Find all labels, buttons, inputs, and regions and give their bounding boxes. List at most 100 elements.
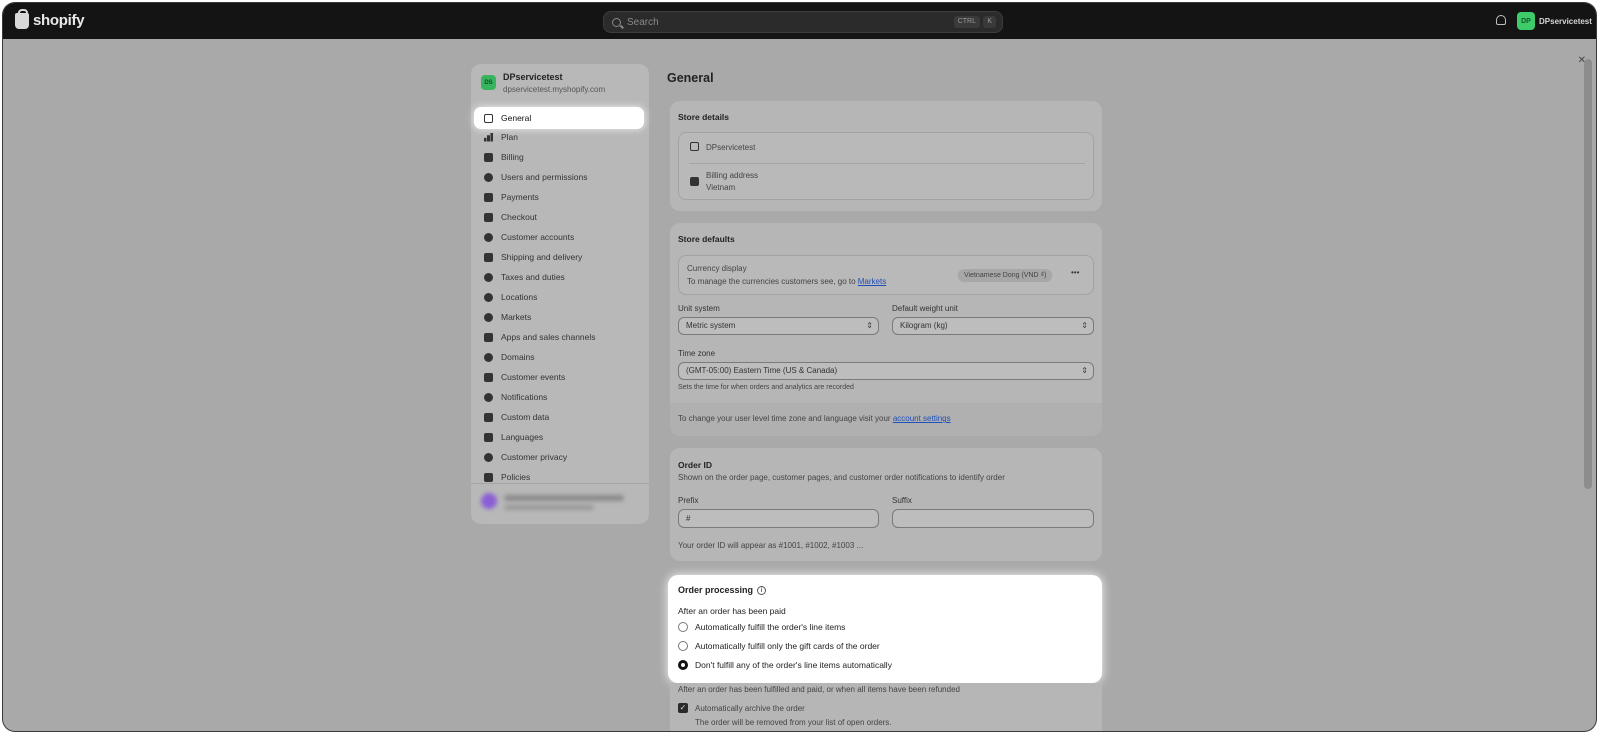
- sidebar-item-billing[interactable]: Billing: [474, 147, 644, 167]
- billing-icon: [690, 177, 699, 186]
- cart-icon: [484, 212, 493, 222]
- database-icon: [484, 412, 493, 422]
- users-icon: [484, 172, 493, 182]
- store-avatar: DS: [481, 75, 496, 90]
- page-title: General: [667, 71, 714, 85]
- sidebar-item-users[interactable]: Users and permissions: [474, 167, 644, 187]
- radio-auto-fulfill-gift-cards[interactable]: Automatically fulfill only the gift card…: [678, 641, 880, 651]
- sidebar-item-checkout[interactable]: Checkout: [474, 207, 644, 227]
- order-processing-card: Order processing i After an order has bee…: [668, 575, 1102, 683]
- store-details-name: DPservicetest: [706, 143, 756, 152]
- sidebar-item-general[interactable]: General: [474, 107, 644, 129]
- sidebar-item-notifications[interactable]: Notifications: [474, 387, 644, 407]
- account-settings-link[interactable]: account settings: [893, 414, 951, 423]
- account-avatar: [481, 493, 497, 509]
- shortcut-k-key: K: [983, 16, 996, 28]
- archive-checkbox[interactable]: ✓: [678, 703, 688, 713]
- user-menu[interactable]: DP DPservicetest: [1517, 12, 1592, 30]
- archive-help: The order will be removed from your list…: [695, 718, 892, 727]
- account-name-redacted: [504, 495, 624, 501]
- unit-system-label: Unit system: [678, 304, 720, 313]
- store-details-box[interactable]: DPservicetest Billing address Vietnam: [678, 132, 1094, 200]
- store-defaults-card: Store defaults Currency display To manag…: [670, 223, 1102, 436]
- sidebar-item-domains[interactable]: Domains: [474, 347, 644, 367]
- sidebar-item-payments[interactable]: Payments: [474, 187, 644, 207]
- currency-help: To manage the currencies customers see, …: [687, 277, 887, 286]
- chart-icon: [484, 132, 493, 142]
- radio-auto-fulfill-all[interactable]: Automatically fulfill the order's line i…: [678, 622, 845, 632]
- settings-nav: General Plan Billing Users and permissio…: [474, 107, 644, 487]
- store-icon: [484, 113, 493, 123]
- sidebar-item-custom-data[interactable]: Custom data: [474, 407, 644, 427]
- sidebar-item-customer-events[interactable]: Customer events: [474, 367, 644, 387]
- order-id-title: Order ID: [678, 460, 713, 470]
- app-window: shopify CTRL K DP DPservicetest ✕ DS DPs…: [3, 3, 1596, 731]
- radio-dont-fulfill[interactable]: Don't fulfill any of the order's line it…: [678, 660, 892, 670]
- store-defaults-title: Store defaults: [678, 234, 735, 244]
- archive-label: Automatically archive the order: [695, 703, 805, 713]
- account-email-redacted: [504, 505, 594, 510]
- domain-icon: [484, 352, 493, 362]
- store-header: DS DPservicetest dpservicetest.myshopify…: [481, 72, 605, 94]
- person-icon: [484, 232, 493, 242]
- order-id-desc: Shown on the order page, customer pages,…: [678, 473, 1005, 482]
- billing-address-label: Billing address: [706, 171, 759, 180]
- order-id-example: Your order ID will appear as #1001, #100…: [678, 541, 864, 550]
- search-input[interactable]: [627, 16, 927, 28]
- sidebar-item-policies[interactable]: Policies: [474, 467, 644, 487]
- shopify-logo[interactable]: shopify: [15, 8, 85, 29]
- order-processing-continued: After an order has been fulfilled and pa…: [670, 683, 1102, 731]
- bell-icon: [484, 392, 493, 402]
- store-details-card: Store details DPservicetest Billing addr…: [670, 101, 1102, 211]
- scrollbar[interactable]: [1584, 59, 1592, 723]
- sidebar-item-locations[interactable]: Locations: [474, 287, 644, 307]
- unit-system-select[interactable]: Metric system: [678, 317, 879, 335]
- location-pin-icon: [484, 292, 493, 302]
- info-icon[interactable]: i: [757, 586, 767, 596]
- bell-icon[interactable]: [1496, 15, 1506, 25]
- archive-checkbox-row[interactable]: ✓ Automatically archive the order: [678, 703, 805, 713]
- markets-link[interactable]: Markets: [858, 277, 886, 286]
- sidebar-item-languages[interactable]: Languages: [474, 427, 644, 447]
- radio-button-selected[interactable]: [678, 660, 688, 670]
- store-domain: dpservicetest.myshopify.com: [503, 85, 606, 94]
- receipt-icon: [484, 152, 493, 162]
- scrollbar-thumb[interactable]: [1584, 59, 1592, 489]
- after-fulfilled-label: After an order has been fulfilled and pa…: [678, 685, 960, 694]
- sidebar-item-markets[interactable]: Markets: [474, 307, 644, 327]
- order-id-card: Order ID Shown on the order page, custom…: [670, 448, 1102, 561]
- order-processing-title: Order processing: [678, 585, 754, 595]
- weight-unit-label: Default weight unit: [892, 304, 958, 313]
- sidebar-item-shipping[interactable]: Shipping and delivery: [474, 247, 644, 267]
- sidebar-item-customer-privacy[interactable]: Customer privacy: [474, 447, 644, 467]
- tax-icon: [484, 272, 493, 282]
- settings-sidebar: DS DPservicetest dpservicetest.myshopify…: [471, 64, 649, 524]
- currency-display-label: Currency display: [687, 264, 747, 273]
- sidebar-item-apps[interactable]: Apps and sales channels: [474, 327, 644, 347]
- shortcut-ctrl-key: CTRL: [953, 16, 980, 28]
- language-icon: [484, 432, 493, 442]
- user-name: DPservicetest: [1539, 16, 1592, 26]
- time-zone-select[interactable]: (GMT-05:00) Eastern Time (US & Canada): [678, 362, 1094, 380]
- globe-icon: [484, 312, 493, 322]
- sidebar-item-taxes[interactable]: Taxes and duties: [474, 267, 644, 287]
- policy-icon: [484, 472, 493, 482]
- currency-badge: Vietnamese Dong (VND ₫): [958, 269, 1053, 282]
- prefix-label: Prefix: [678, 496, 699, 505]
- sidebar-item-plan[interactable]: Plan: [474, 127, 644, 147]
- payments-icon: [484, 192, 493, 202]
- more-options-icon[interactable]: •••: [1071, 268, 1079, 277]
- store-details-title: Store details: [678, 112, 730, 122]
- suffix-input[interactable]: [892, 509, 1094, 528]
- search-bar[interactable]: CTRL K: [603, 11, 1003, 33]
- top-bar: shopify CTRL K DP DPservicetest: [3, 3, 1596, 39]
- blurred-account[interactable]: [481, 493, 624, 510]
- weight-unit-select[interactable]: Kilogram (kg): [892, 317, 1094, 335]
- cursor-icon: [484, 372, 493, 382]
- radio-button[interactable]: [678, 641, 688, 651]
- radio-button[interactable]: [678, 622, 688, 632]
- currency-display-box: Currency display To manage the currencie…: [678, 255, 1094, 295]
- sidebar-item-customer-accounts[interactable]: Customer accounts: [474, 227, 644, 247]
- prefix-input[interactable]: #: [678, 509, 879, 528]
- defaults-footer: To change your user level time zone and …: [670, 403, 1102, 436]
